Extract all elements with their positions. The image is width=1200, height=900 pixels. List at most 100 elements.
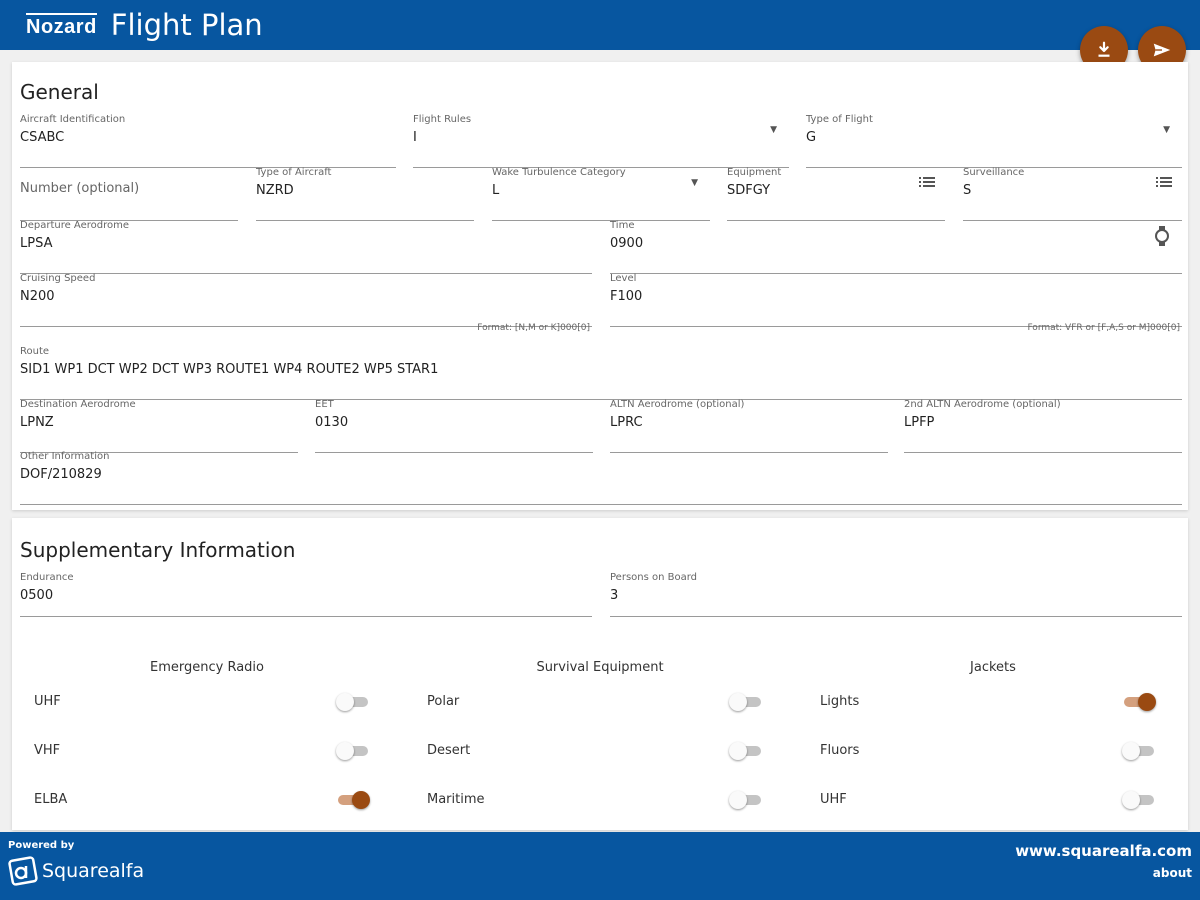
field-label: Route <box>20 346 50 357</box>
website-link[interactable]: www.squarealfa.com <box>1015 842 1192 860</box>
send-icon <box>1153 43 1171 57</box>
dropdown-arrow-icon: ▼ <box>1163 125 1170 135</box>
route-field[interactable]: Route SID1 WP1 DCT WP2 DCT WP3 ROUTE1 WP… <box>20 346 1182 400</box>
group-title-emergency-radio: Emergency Radio <box>150 660 264 675</box>
destination-aerodrome-field[interactable]: Destination Aerodrome LPNZ <box>20 399 298 453</box>
toggle-switch-radio-vhf[interactable] <box>336 741 370 761</box>
group-title-survival-equipment: Survival Equipment <box>536 660 664 675</box>
page-title: Flight Plan <box>110 8 263 42</box>
level-hint: Format: VFR or [F,A,S or M]000[0] <box>1027 323 1180 333</box>
field-label: 2nd ALTN Aerodrome (optional) <box>904 399 1061 410</box>
toggle-label: Fluors <box>820 743 860 758</box>
toggle-label: VHF <box>34 743 61 758</box>
flight-rules-select[interactable]: Flight Rules I ▼ <box>413 114 789 168</box>
toggle-label: UHF <box>820 792 847 807</box>
field-value: 0500 <box>20 588 54 603</box>
field-value: F100 <box>610 289 643 304</box>
download-icon <box>1098 41 1110 57</box>
field-label: Equipment <box>727 167 782 178</box>
toggle-label: Polar <box>427 694 460 709</box>
field-value: NZRD <box>256 183 294 198</box>
list-icon[interactable] <box>919 176 935 188</box>
equipment-field[interactable]: Equipment SDFGY <box>727 167 945 221</box>
watch-icon[interactable] <box>1154 226 1170 246</box>
wake-turbulence-select[interactable]: Wake Turbulence Category L ▼ <box>492 167 710 221</box>
field-label: Wake Turbulence Category <box>492 167 626 178</box>
field-label: Cruising Speed <box>20 273 96 284</box>
field-value: DOF/210829 <box>20 467 102 482</box>
field-value: SDFGY <box>727 183 771 198</box>
toggle-switch-polar[interactable] <box>729 692 763 712</box>
surveillance-field[interactable]: Surveillance S <box>963 167 1182 221</box>
squarealfa-mark-icon <box>8 856 38 886</box>
field-label: Flight Rules <box>413 114 472 125</box>
group-title-jackets: Jackets <box>970 660 1016 675</box>
nozard-logo: Nozard <box>26 12 97 38</box>
endurance-field[interactable]: Endurance 0500 <box>20 572 592 617</box>
eet-field[interactable]: EET 0130 <box>315 399 593 453</box>
field-value: 0900 <box>610 236 644 251</box>
field-value: N200 <box>20 289 55 304</box>
squarealfa-brand-text: Squarealfa <box>42 860 145 882</box>
field-value: CSABC <box>20 130 65 145</box>
field-label: Aircraft Identification <box>20 114 126 125</box>
field-value: I <box>413 130 417 145</box>
toggle-label: UHF <box>34 694 61 709</box>
altn-aerodrome-field[interactable]: ALTN Aerodrome (optional) LPRC <box>610 399 888 453</box>
field-value: LPNZ <box>20 415 54 430</box>
toggle-switch-radio-elba[interactable] <box>336 790 370 810</box>
other-information-field[interactable]: Other Information DOF/210829 <box>20 451 1182 505</box>
toggle-switch-jacket-uhf[interactable] <box>1122 790 1156 810</box>
field-value: LPFP <box>904 415 935 430</box>
field-label: Endurance <box>20 572 74 583</box>
field-value: SID1 WP1 DCT WP2 DCT WP3 ROUTE1 WP4 ROUT… <box>20 362 439 377</box>
field-value: 0130 <box>315 415 349 430</box>
field-value: LPSA <box>20 236 53 251</box>
field-label: Type of Flight <box>806 114 873 125</box>
departure-aerodrome-field[interactable]: Departure Aerodrome LPSA <box>20 220 592 274</box>
time-field[interactable]: Time 0900 <box>610 220 1182 274</box>
toggle-label: Lights <box>820 694 860 709</box>
field-placeholder: Number (optional) <box>20 181 140 196</box>
field-label: Level <box>610 273 637 284</box>
toggle-switch-radio-uhf[interactable] <box>336 692 370 712</box>
section-title-supplementary: Supplementary Information <box>20 538 296 562</box>
field-label: Time <box>610 220 635 231</box>
toggle-switch-maritime[interactable] <box>729 790 763 810</box>
toggle-label: Maritime <box>427 792 485 807</box>
field-label: Type of Aircraft <box>256 167 332 178</box>
field-value: L <box>492 183 500 198</box>
field-value: LPRC <box>610 415 643 430</box>
field-label: Surveillance <box>963 167 1025 178</box>
field-value: 3 <box>610 588 619 603</box>
field-value: G <box>806 130 817 145</box>
altn2-aerodrome-field[interactable]: 2nd ALTN Aerodrome (optional) LPFP <box>904 399 1182 453</box>
persons-on-board-field[interactable]: Persons on Board 3 <box>610 572 1182 617</box>
type-of-aircraft-field[interactable]: Type of Aircraft NZRD <box>256 167 474 221</box>
supplementary-card: Supplementary Information Endurance 0500… <box>12 518 1188 830</box>
footer: Powered by Squarealfa www.squarealfa.com… <box>0 832 1200 900</box>
level-field[interactable]: Level F100 <box>610 273 1182 327</box>
field-label: ALTN Aerodrome (optional) <box>610 399 745 410</box>
type-of-flight-select[interactable]: Type of Flight G ▼ <box>806 114 1182 168</box>
dropdown-arrow-icon: ▼ <box>691 178 698 188</box>
aircraft-id-field[interactable]: Aircraft Identification CSABC <box>20 114 396 168</box>
section-title-general: General <box>20 80 99 104</box>
about-link[interactable]: about <box>1153 866 1192 880</box>
field-label: Persons on Board <box>610 572 698 583</box>
toggle-label: ELBA <box>34 792 68 807</box>
cruising-speed-field[interactable]: Cruising Speed N200 <box>20 273 592 327</box>
field-label: EET <box>315 399 334 410</box>
app-bar: Nozard Flight Plan <box>0 0 1200 50</box>
field-label: Other Information <box>20 451 110 462</box>
toggle-switch-lights[interactable] <box>1122 692 1156 712</box>
squarealfa-logo: Squarealfa <box>8 856 144 886</box>
cruising-speed-hint: Format: [N,M or K]000[0] <box>477 323 590 333</box>
number-field[interactable]: Number (optional) <box>20 167 238 221</box>
field-label: Departure Aerodrome <box>20 220 129 231</box>
list-icon[interactable] <box>1156 176 1172 188</box>
field-label: Destination Aerodrome <box>20 399 136 410</box>
toggle-switch-desert[interactable] <box>729 741 763 761</box>
general-card: General Aircraft Identification CSABC Fl… <box>12 62 1188 510</box>
toggle-switch-fluors[interactable] <box>1122 741 1156 761</box>
